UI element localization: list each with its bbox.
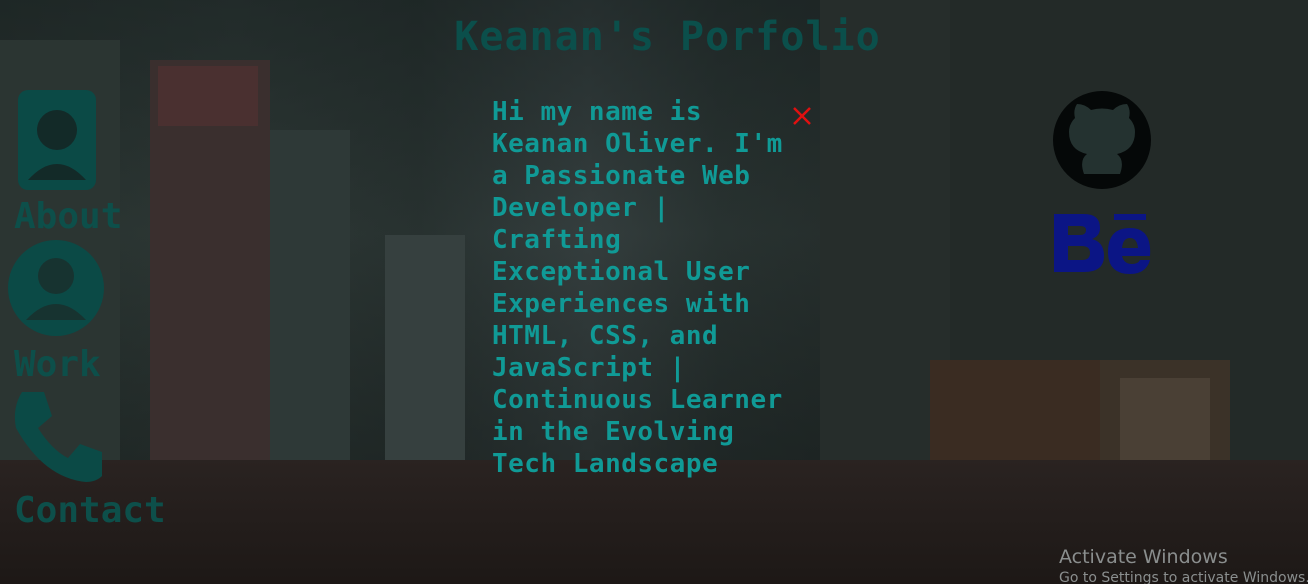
user-circle-icon	[8, 240, 104, 336]
nav-label-work: Work	[14, 344, 101, 385]
github-icon[interactable]	[1051, 90, 1153, 190]
watermark-title: Activate Windows	[1059, 546, 1228, 568]
windows-activation-watermark: Activate Windows Go to Settings to activ…	[1059, 545, 1308, 584]
watermark-subtitle: Go to Settings to activate Windows.	[1059, 570, 1308, 584]
page-title: Keanan's Porfolio	[454, 14, 881, 60]
portfolio-page: Keanan's Porfolio About Work Contact Hi …	[0, 0, 1308, 584]
user-profile-icon	[18, 90, 96, 190]
nav-label-contact: Contact	[14, 490, 166, 531]
intro-text: Hi my name is Keanan Oliver. I'm a Passi…	[492, 97, 783, 479]
close-icon[interactable]	[790, 104, 814, 128]
behance-icon[interactable]	[1050, 206, 1154, 276]
nav-label-about: About	[14, 196, 123, 237]
phone-icon	[14, 392, 102, 482]
